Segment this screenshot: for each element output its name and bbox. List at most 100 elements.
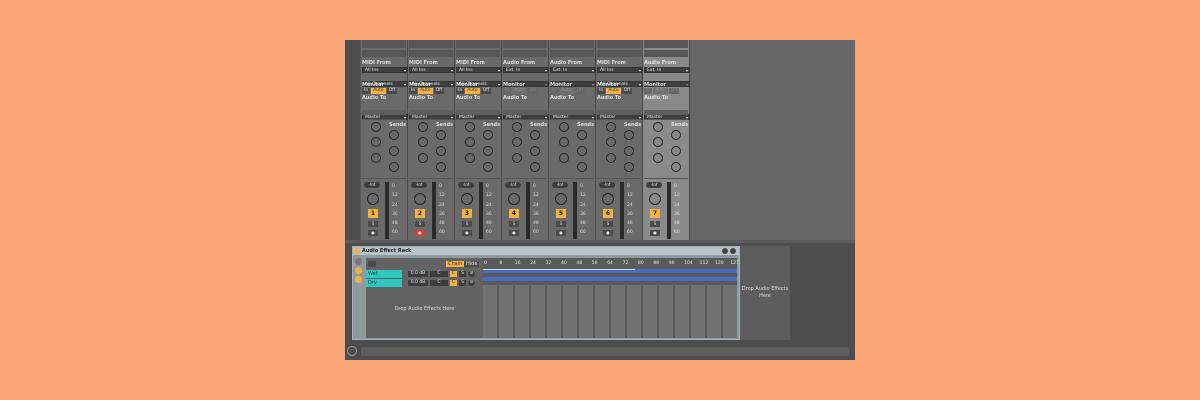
send-c-knob[interactable] (465, 137, 475, 147)
output-channel[interactable] (503, 110, 547, 115)
send-f-knob[interactable] (577, 162, 587, 172)
save-icon[interactable] (730, 248, 736, 254)
auto-select-icon[interactable] (368, 261, 376, 267)
track-activator[interactable]: 3 (462, 209, 472, 218)
send-a-knob[interactable] (371, 122, 381, 132)
output-channel[interactable] (409, 110, 453, 115)
send-a-knob[interactable] (418, 122, 428, 132)
arm-button[interactable]: ● (509, 230, 519, 236)
hide-button[interactable]: Hide (464, 261, 480, 267)
clip-slot[interactable] (362, 40, 406, 48)
track-activator[interactable]: 5 (556, 209, 566, 218)
output-channel[interactable] (456, 110, 500, 115)
send-b-knob[interactable] (577, 130, 587, 140)
send-a-knob[interactable] (512, 122, 522, 132)
chain-name[interactable]: Wet (366, 270, 402, 278)
dry-zone[interactable] (483, 277, 737, 281)
solo-button[interactable]: S (509, 221, 519, 227)
chain-solo[interactable]: S (459, 280, 466, 286)
zone-editor[interactable]: 0 8 16 24 32 40 48 56 64 72 80 88 96 104 112 120 127 (483, 258, 739, 338)
track-activator[interactable]: 6 (603, 209, 613, 218)
send-b-knob[interactable] (483, 130, 493, 140)
input-dropdown[interactable]: Ext. In (644, 67, 690, 73)
monitor-off[interactable]: Off (480, 88, 492, 94)
clip-slot[interactable] (456, 50, 500, 57)
clip-slot[interactable] (456, 40, 500, 48)
send-f-knob[interactable] (389, 162, 399, 172)
chain-row[interactable]: Wet 0.0 dB C C S ⊘ (366, 270, 475, 278)
input-dropdown[interactable]: All Ins (597, 67, 643, 73)
pan-knob[interactable] (602, 193, 614, 205)
monitor-auto[interactable]: Auto (559, 88, 574, 94)
send-e-knob[interactable] (418, 153, 428, 163)
send-c-knob[interactable] (512, 137, 522, 147)
chain-pan[interactable]: C (430, 271, 448, 277)
monitor-in[interactable]: In (503, 88, 512, 94)
track-3[interactable]: MIDI From All Ins All Channels Monitor I… (455, 40, 502, 240)
track-1[interactable]: MIDI From All Ins All Channels Monitor I… (361, 40, 408, 240)
send-a-knob[interactable] (606, 122, 616, 132)
solo-button[interactable]: S (368, 221, 378, 227)
send-a-knob[interactable] (653, 122, 663, 132)
pan-knob[interactable] (555, 193, 567, 205)
arm-button[interactable]: ● (415, 230, 425, 236)
chain-activator[interactable]: C (450, 271, 457, 277)
send-f-knob[interactable] (436, 162, 446, 172)
power-icon[interactable] (354, 248, 360, 254)
empty-session-area[interactable] (690, 40, 855, 240)
output-channel[interactable] (362, 110, 406, 115)
arm-button[interactable]: ● (650, 230, 660, 236)
drop-effects-right[interactable]: Drop Audio Effects Here (740, 246, 790, 340)
monitor-off[interactable]: Off (433, 88, 445, 94)
track-activator[interactable]: 2 (415, 209, 425, 218)
monitor-off[interactable]: Off (621, 88, 633, 94)
arm-button[interactable]: ● (603, 230, 613, 236)
solo-button[interactable]: S (415, 221, 425, 227)
clip-slot[interactable] (503, 50, 547, 57)
volume-readout[interactable]: -Inf (552, 182, 568, 188)
solo-button[interactable]: S (603, 221, 613, 227)
send-c-knob[interactable] (606, 137, 616, 147)
chain-volume[interactable]: 0.0 dB (408, 280, 428, 286)
send-e-knob[interactable] (559, 153, 569, 163)
monitor-auto[interactable]: Auto (418, 88, 433, 94)
arm-button[interactable]: ● (368, 230, 378, 236)
monitor-in[interactable]: In (550, 88, 559, 94)
clip-slot[interactable] (597, 40, 641, 48)
pan-knob[interactable] (414, 193, 426, 205)
track-6[interactable]: MIDI From All Ins All Channels Monitor I… (596, 40, 643, 240)
send-c-knob[interactable] (653, 137, 663, 147)
chain-row[interactable]: Dry 0.0 dB C C S ⊘ (366, 279, 475, 287)
track-activator[interactable]: 7 (650, 209, 660, 218)
horizontal-scrollbar[interactable] (361, 347, 849, 356)
devices-toggle-icon[interactable] (355, 276, 362, 283)
monitor-auto[interactable]: Auto (512, 88, 527, 94)
solo-button[interactable]: S (556, 221, 566, 227)
clip-slot[interactable] (597, 50, 641, 57)
monitor-in[interactable]: In (456, 88, 465, 94)
send-f-knob[interactable] (483, 162, 493, 172)
monitor-in[interactable]: In (362, 88, 371, 94)
input-dropdown[interactable]: All Ins (409, 67, 455, 73)
volume-readout[interactable]: -Inf (646, 182, 662, 188)
send-a-knob[interactable] (559, 122, 569, 132)
volume-readout[interactable]: -Inf (364, 182, 380, 188)
send-b-knob[interactable] (624, 130, 634, 140)
send-e-knob[interactable] (512, 153, 522, 163)
input-dropdown[interactable]: Ext. In (550, 67, 596, 73)
monitor-off[interactable]: Off (574, 88, 586, 94)
chain-hotswap-icon[interactable]: ⊘ (468, 271, 475, 277)
solo-button[interactable]: S (650, 221, 660, 227)
clip-slot[interactable] (550, 50, 594, 57)
macro-toggle-icon[interactable] (355, 258, 362, 265)
clip-slot[interactable] (409, 40, 453, 48)
monitor-auto[interactable]: Auto (465, 88, 480, 94)
monitor-in[interactable]: In (644, 88, 653, 94)
chain-activator[interactable]: C (450, 280, 457, 286)
clip-slot[interactable] (362, 50, 406, 57)
send-a-knob[interactable] (465, 122, 475, 132)
arm-button[interactable]: ● (556, 230, 566, 236)
chain-volume[interactable]: 0.0 dB (408, 271, 428, 277)
send-e-knob[interactable] (371, 153, 381, 163)
input-dropdown[interactable]: All Ins (456, 67, 502, 73)
